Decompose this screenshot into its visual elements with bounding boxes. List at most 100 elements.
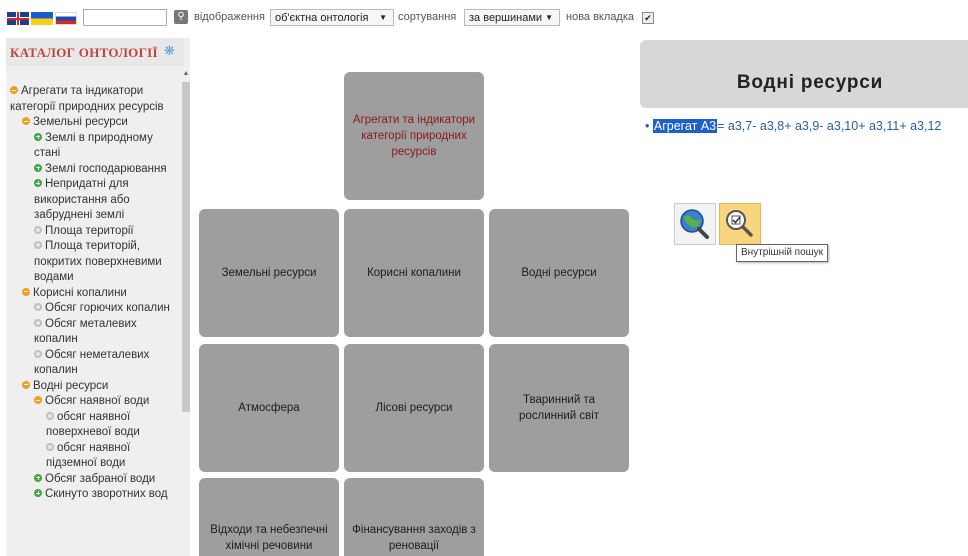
expand-icon[interactable] bbox=[34, 473, 42, 482]
catalog-tree-item-label: Агрегати та індикатори категорії природн… bbox=[10, 85, 164, 113]
catalog-tree-item-label: Землі в природному стані bbox=[34, 131, 153, 160]
catalog-tree-item-label: Корисні копалини bbox=[33, 286, 127, 299]
ua-flag-icon[interactable] bbox=[31, 12, 53, 25]
tile-forest-resources[interactable]: Лісові ресурси bbox=[344, 344, 484, 472]
catalog-header: КАТАЛОГ ОНТОЛОГІЇ ❋ bbox=[6, 38, 184, 66]
detail-header: Водні ресурси bbox=[640, 40, 968, 108]
catalog-tree-item-label: Обсяг металевих копалин bbox=[34, 317, 137, 346]
leaf-icon bbox=[34, 241, 42, 249]
tile-label: Лісові ресурси bbox=[375, 402, 453, 414]
tile-atmosphere[interactable]: Атмосфера bbox=[199, 344, 339, 472]
leaf-icon bbox=[34, 349, 42, 358]
tile-waste[interactable]: Відходи та небезпечні хімічні речовини bbox=[199, 478, 339, 556]
tile-fauna-flora[interactable]: Тваринний та рослинний світ bbox=[489, 344, 629, 472]
search-icon[interactable]: ⚲ bbox=[174, 10, 188, 24]
aggregate-formula: • Агрегат А3= а3,7- а3,8+ а3,9- а3,10+ а… bbox=[645, 119, 941, 133]
ru-flag-icon[interactable] bbox=[55, 12, 77, 25]
tile-label: Тваринний та рослинний світ bbox=[518, 394, 600, 422]
tile-water-resources[interactable]: Водні ресурси bbox=[489, 209, 629, 337]
sort-select-value: за вершинами bbox=[469, 12, 543, 24]
ontology-catalog-panel: КАТАЛОГ ОНТОЛОГІЇ ❋ ▲ Агрегати та індика… bbox=[6, 38, 190, 556]
catalog-tree-item-label: обсяг наявної поверхневої води bbox=[46, 410, 140, 439]
aggregate-link[interactable]: Агрегат А3 bbox=[652, 119, 718, 133]
collapse-icon[interactable] bbox=[22, 380, 30, 389]
tile-minerals[interactable]: Корисні копалини bbox=[344, 209, 484, 337]
collapse-icon[interactable] bbox=[10, 86, 18, 94]
top-toolbar: ⚲ відображення об'єктна онтологія ▼ сорт… bbox=[0, 0, 968, 34]
tile-label: Корисні копалини bbox=[367, 267, 461, 279]
catalog-tree-item-label: Скинуто зворотних вод bbox=[45, 488, 168, 500]
tile-label: Відходи та небезпечні хімічні речовини bbox=[210, 524, 328, 552]
leaf-icon bbox=[46, 411, 54, 420]
catalog-tree-item[interactable]: Обсяг неметалевих копалин bbox=[34, 348, 178, 379]
internal-search-button[interactable] bbox=[719, 203, 761, 245]
catalog-scrollbar[interactable] bbox=[182, 82, 190, 412]
catalog-tree-item[interactable]: обсяг наявної підземної води bbox=[46, 441, 178, 472]
catalog-tree-item[interactable]: Обсяг металевих копалин bbox=[34, 317, 178, 348]
catalog-tree-item-label: Площа територій, покритих поверхневими в… bbox=[34, 240, 162, 283]
new-tab-checkbox[interactable]: ✔ bbox=[642, 12, 654, 24]
leaf-icon bbox=[34, 225, 42, 234]
display-label: відображення bbox=[194, 11, 265, 23]
expand-icon[interactable] bbox=[34, 179, 42, 187]
chevron-down-icon: ▼ bbox=[379, 13, 387, 22]
catalog-tree-item-label: Земельні ресурси bbox=[33, 116, 128, 128]
global-search-button[interactable] bbox=[674, 203, 716, 245]
magnifier-check-icon bbox=[726, 210, 753, 237]
leaf-icon bbox=[46, 442, 54, 451]
catalog-tree-item[interactable]: Скинуто зворотних вод bbox=[34, 487, 178, 503]
catalog-tree-item[interactable]: Корисні копалини bbox=[22, 286, 178, 302]
collapse-icon[interactable] bbox=[22, 287, 30, 296]
catalog-tree-item-label: Площа території bbox=[45, 224, 134, 237]
catalog-tree-item-label: Обсяг забраної води bbox=[45, 472, 156, 485]
catalog-tree-item-label: Водні ресурси bbox=[33, 379, 109, 392]
catalog-tree: Агрегати та індикатори категорії природн… bbox=[10, 84, 178, 503]
tile-label: Фінансування заходів з реновації bbox=[352, 524, 476, 552]
expand-icon[interactable] bbox=[34, 489, 42, 497]
tile-aggregates[interactable]: Агрегати та індикатори категорії природн… bbox=[344, 72, 484, 200]
tile-label: Водні ресурси bbox=[521, 267, 597, 279]
tooltip: Внутрішній пошук bbox=[736, 244, 829, 262]
new-tab-label: нова вкладка bbox=[566, 11, 634, 23]
tile-label: Земельні ресурси bbox=[221, 267, 317, 279]
formula-text: = а3,7- а3,8+ а3,9- а3,10+ а3,11+ а3,12 bbox=[717, 119, 942, 133]
tile-label: Атмосфера bbox=[238, 402, 300, 414]
catalog-tree-item[interactable]: Обсяг забраної води bbox=[34, 472, 178, 488]
catalog-tree-item[interactable]: Площа території bbox=[34, 224, 178, 240]
collapse-icon[interactable] bbox=[34, 396, 42, 404]
scroll-up-arrow-icon[interactable]: ▲ bbox=[182, 70, 190, 80]
catalog-tree-item-label: Землі господарювання bbox=[45, 162, 167, 175]
tile-land-resources[interactable]: Земельні ресурси bbox=[199, 209, 339, 337]
expand-icon[interactable] bbox=[34, 163, 42, 172]
detail-title: Водні ресурси bbox=[736, 72, 884, 93]
search-input[interactable] bbox=[83, 9, 167, 26]
catalog-tree-item[interactable]: Агрегати та індикатори категорії природн… bbox=[10, 84, 178, 115]
catalog-tree-item[interactable]: Земельні ресурси bbox=[22, 115, 178, 131]
settings-icon[interactable]: ❋ bbox=[164, 44, 178, 58]
tile-financing[interactable]: Фінансування заходів з реновації bbox=[344, 478, 484, 556]
catalog-tree-item[interactable]: Землі в природному стані bbox=[34, 131, 178, 162]
catalog-tree-item-label: Обсяг горючих копалин bbox=[45, 302, 170, 314]
display-select[interactable]: об'єктна онтологія ▼ bbox=[270, 9, 394, 26]
bullet: • bbox=[645, 119, 650, 133]
catalog-tree-item[interactable]: Землі господарювання bbox=[34, 162, 178, 178]
leaf-icon bbox=[34, 318, 42, 327]
catalog-tree-item-label: Непридатні для використання або забрудне… bbox=[34, 178, 130, 221]
sort-select[interactable]: за вершинами ▼ bbox=[464, 9, 560, 26]
catalog-tree-item[interactable]: Водні ресурси bbox=[22, 379, 178, 395]
catalog-tree-item-label: обсяг наявної підземної води bbox=[46, 441, 131, 470]
display-select-value: об'єктна онтологія bbox=[275, 12, 369, 24]
catalog-tree-item-label: Обсяг неметалевих копалин bbox=[34, 348, 150, 377]
sort-label: сортування bbox=[398, 11, 457, 23]
catalog-tree-item[interactable]: Площа територій, покритих поверхневими в… bbox=[34, 239, 178, 286]
leaf-icon bbox=[34, 303, 42, 311]
collapse-icon[interactable] bbox=[22, 117, 30, 125]
expand-icon[interactable] bbox=[34, 132, 42, 141]
catalog-tree-item[interactable]: Обсяг горючих копалин bbox=[34, 301, 178, 317]
globe-search-icon bbox=[680, 209, 709, 239]
catalog-tree-item[interactable]: обсяг наявної поверхневої води bbox=[46, 410, 178, 441]
catalog-tree-item[interactable]: Обсяг наявної води bbox=[34, 394, 178, 410]
catalog-tree-item[interactable]: Непридатні для використання або забрудне… bbox=[34, 177, 178, 224]
uk-flag-icon[interactable] bbox=[7, 12, 29, 25]
catalog-title: КАТАЛОГ ОНТОЛОГІЇ bbox=[10, 45, 158, 60]
